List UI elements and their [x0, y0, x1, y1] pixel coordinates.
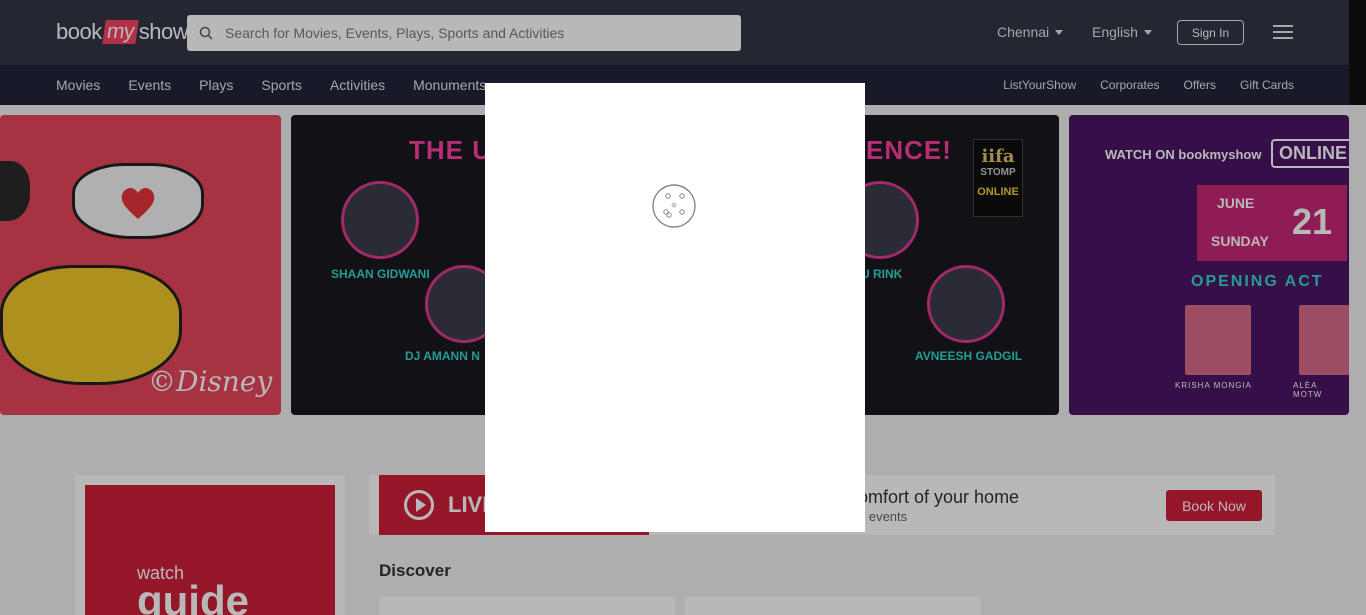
- loading-spinner-icon: [652, 184, 696, 228]
- loading-modal: [485, 83, 865, 532]
